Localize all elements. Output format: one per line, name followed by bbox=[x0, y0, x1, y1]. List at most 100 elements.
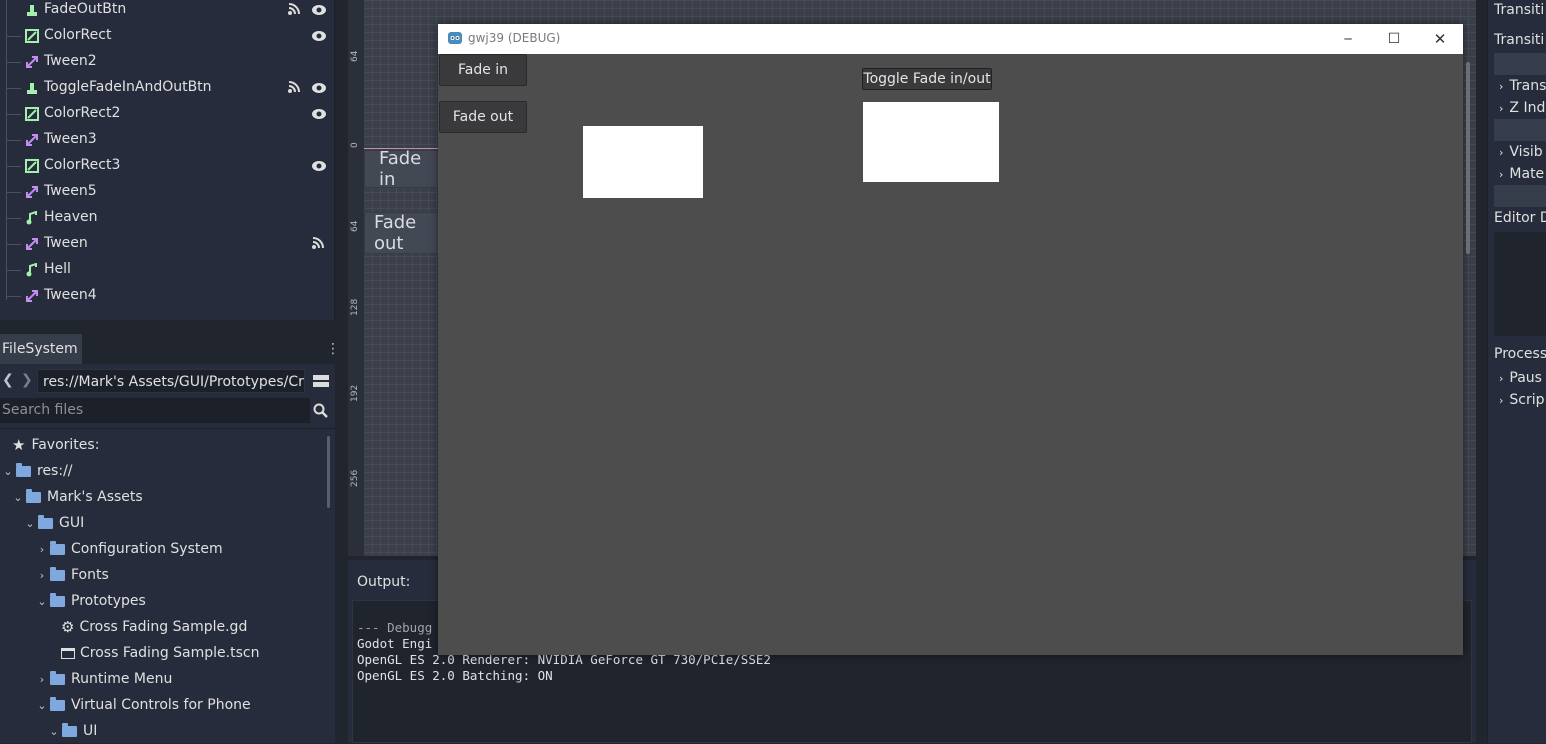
fs-item-label: Runtime Menu bbox=[71, 671, 173, 687]
ruler-label: 64 bbox=[350, 220, 360, 232]
folder-icon bbox=[50, 566, 65, 581]
folder-icon bbox=[26, 488, 41, 503]
fade-in-button[interactable]: Fade in bbox=[439, 54, 527, 86]
toggle-fade-button[interactable]: Toggle Fade in/out bbox=[862, 68, 992, 90]
fs-item-label: Cross Fading Sample.tscn bbox=[80, 645, 260, 661]
signal-icon[interactable] bbox=[311, 236, 327, 252]
fs-item-virtual-controls[interactable]: ⌄ Virtual Controls for Phone bbox=[36, 692, 251, 718]
favorites-label: Favorites: bbox=[31, 437, 100, 453]
tree-item-hell[interactable]: Hell bbox=[0, 257, 334, 283]
chevron-right-icon[interactable]: › bbox=[36, 543, 48, 556]
tree-item-tween5[interactable]: Tween5 bbox=[0, 179, 334, 205]
fs-item-gui[interactable]: ⌄ GUI bbox=[24, 510, 84, 536]
fs-item-label: Configuration System bbox=[71, 541, 223, 557]
fs-item-label: Cross Fading Sample.gd bbox=[79, 619, 248, 635]
inspector-property-label: Scrip bbox=[1509, 392, 1545, 408]
tree-item-fadeoutbtn[interactable]: FadeOutBtn bbox=[0, 0, 334, 23]
canvas-fade-out-button[interactable]: Fade out bbox=[364, 212, 444, 254]
inspector-property-label: Visib bbox=[1509, 144, 1543, 160]
inspector-section-label: Process bbox=[1494, 346, 1546, 362]
signal-icon[interactable] bbox=[287, 2, 303, 18]
fs-item-res[interactable]: ⌄ res:// bbox=[2, 458, 73, 484]
chevron-right-icon: › bbox=[1499, 102, 1504, 115]
fs-item-fonts[interactable]: › Fonts bbox=[36, 562, 109, 588]
visibility-eye-icon[interactable] bbox=[311, 80, 327, 96]
inspector-property-visibility[interactable]: › Visib bbox=[1499, 144, 1543, 160]
tree-item-colorrect2[interactable]: ColorRect2 bbox=[0, 101, 334, 127]
tree-item-tween4[interactable]: Tween4 bbox=[0, 283, 334, 309]
close-button[interactable]: ✕ bbox=[1417, 24, 1463, 54]
fs-item-configuration-system[interactable]: › Configuration System bbox=[36, 536, 223, 562]
inspector-property-transform[interactable]: › Trans bbox=[1499, 78, 1546, 94]
chevron-right-icon: › bbox=[1499, 146, 1504, 159]
folder-icon bbox=[50, 592, 65, 607]
tree-item-label: Tween bbox=[44, 235, 88, 251]
favorites-item[interactable]: ★ Favorites: bbox=[12, 432, 99, 458]
fs-item-ui[interactable]: ⌄ UI bbox=[48, 718, 97, 744]
chevron-down-icon[interactable]: ⌄ bbox=[36, 699, 48, 712]
canvas-fade-in-button[interactable]: Fade in bbox=[364, 148, 444, 190]
chevron-down-icon[interactable]: ⌄ bbox=[36, 595, 48, 608]
fs-item-marks-assets[interactable]: ⌄ Mark's Assets bbox=[12, 484, 143, 510]
forward-arrow-icon[interactable]: ❯ bbox=[21, 372, 33, 388]
visibility-eye-icon[interactable] bbox=[311, 106, 327, 122]
tree-item-togglefadeinandoutbtn[interactable]: ToggleFadeInAndOutBtn bbox=[0, 75, 334, 101]
tree-guide-line bbox=[7, 36, 21, 37]
fs-item-runtime-menu[interactable]: › Runtime Menu bbox=[36, 666, 172, 692]
fs-item-scene[interactable]: Cross Fading Sample.tscn bbox=[61, 640, 259, 666]
chevron-down-icon[interactable]: ⌄ bbox=[2, 465, 14, 478]
fade-out-button[interactable]: Fade out bbox=[439, 101, 527, 133]
visibility-eye-icon[interactable] bbox=[311, 28, 327, 44]
chevron-down-icon[interactable]: ⌄ bbox=[12, 491, 24, 504]
chevron-right-icon: › bbox=[1499, 372, 1504, 385]
tree-item-label: ColorRect2 bbox=[44, 105, 121, 121]
chevron-down-icon[interactable]: ⌄ bbox=[48, 725, 60, 738]
chevron-down-icon[interactable]: ⌄ bbox=[24, 517, 36, 530]
visibility-eye-icon[interactable] bbox=[311, 158, 327, 174]
inspector-field[interactable] bbox=[1494, 185, 1546, 207]
window-titlebar[interactable] bbox=[438, 24, 1463, 54]
tree-item-tween3[interactable]: Tween3 bbox=[0, 127, 334, 153]
fs-item-script[interactable]: ⚙ Cross Fading Sample.gd bbox=[61, 614, 247, 640]
search-icon[interactable] bbox=[313, 403, 329, 419]
dock-menu-icon[interactable]: ⋮ bbox=[326, 340, 340, 360]
tree-item-colorrect[interactable]: ColorRect bbox=[0, 23, 334, 49]
inspector-property-pause[interactable]: › Paus bbox=[1499, 370, 1542, 386]
tree-item-tween[interactable]: Tween bbox=[0, 231, 334, 257]
folder-icon bbox=[16, 462, 31, 477]
window-title: gwj39 (DEBUG) bbox=[468, 31, 561, 45]
tree-guide-line bbox=[7, 270, 21, 271]
fs-item-prototypes[interactable]: ⌄ Prototypes bbox=[36, 588, 146, 614]
inspector-property-label: Z Ind bbox=[1509, 100, 1546, 116]
toggle-fade-label: Toggle Fade in/out bbox=[863, 71, 991, 87]
window-scrollbar[interactable] bbox=[1466, 62, 1470, 254]
minimize-button[interactable]: ─ bbox=[1325, 24, 1371, 54]
color-rect-right bbox=[863, 102, 999, 182]
chevron-right-icon[interactable]: › bbox=[36, 673, 48, 686]
tab-filesystem[interactable]: FileSystem bbox=[0, 334, 82, 364]
tree-item-tween2[interactable]: Tween2 bbox=[0, 49, 334, 75]
inspector-property-z-index[interactable]: › Z Ind bbox=[1499, 100, 1545, 116]
inspector-field[interactable] bbox=[1494, 53, 1546, 75]
inspector-property-script[interactable]: › Scrip bbox=[1499, 392, 1545, 408]
ruler-label: 256 bbox=[350, 469, 360, 487]
scrollbar[interactable] bbox=[327, 436, 330, 508]
back-arrow-icon[interactable]: ❮ bbox=[2, 372, 14, 388]
maximize-button[interactable]: ☐ bbox=[1371, 24, 1417, 54]
inspector-property-label: Trans bbox=[1509, 78, 1546, 94]
inspector-section-label: Editor D bbox=[1494, 210, 1546, 226]
search-files-input[interactable]: Search files bbox=[0, 398, 310, 423]
signal-icon[interactable] bbox=[287, 80, 303, 96]
tree-item-colorrect3[interactable]: ColorRect3 bbox=[0, 153, 334, 179]
inspector-property-material[interactable]: › Mate bbox=[1499, 166, 1544, 182]
chevron-right-icon[interactable]: › bbox=[36, 569, 48, 582]
fs-item-label: Virtual Controls for Phone bbox=[71, 697, 251, 713]
ruler-label: 192 bbox=[350, 384, 360, 402]
layout-toggle-icon[interactable] bbox=[313, 373, 329, 389]
tree-item-heaven[interactable]: Heaven bbox=[0, 205, 334, 231]
visibility-eye-icon[interactable] bbox=[311, 2, 327, 18]
path-input[interactable]: res://Mark's Assets/GUI/Prototypes/Cr bbox=[37, 369, 305, 393]
fade-in-label: Fade in bbox=[457, 62, 509, 78]
output-line: --- Debugg bbox=[357, 620, 433, 635]
inspector-field[interactable] bbox=[1494, 119, 1546, 141]
